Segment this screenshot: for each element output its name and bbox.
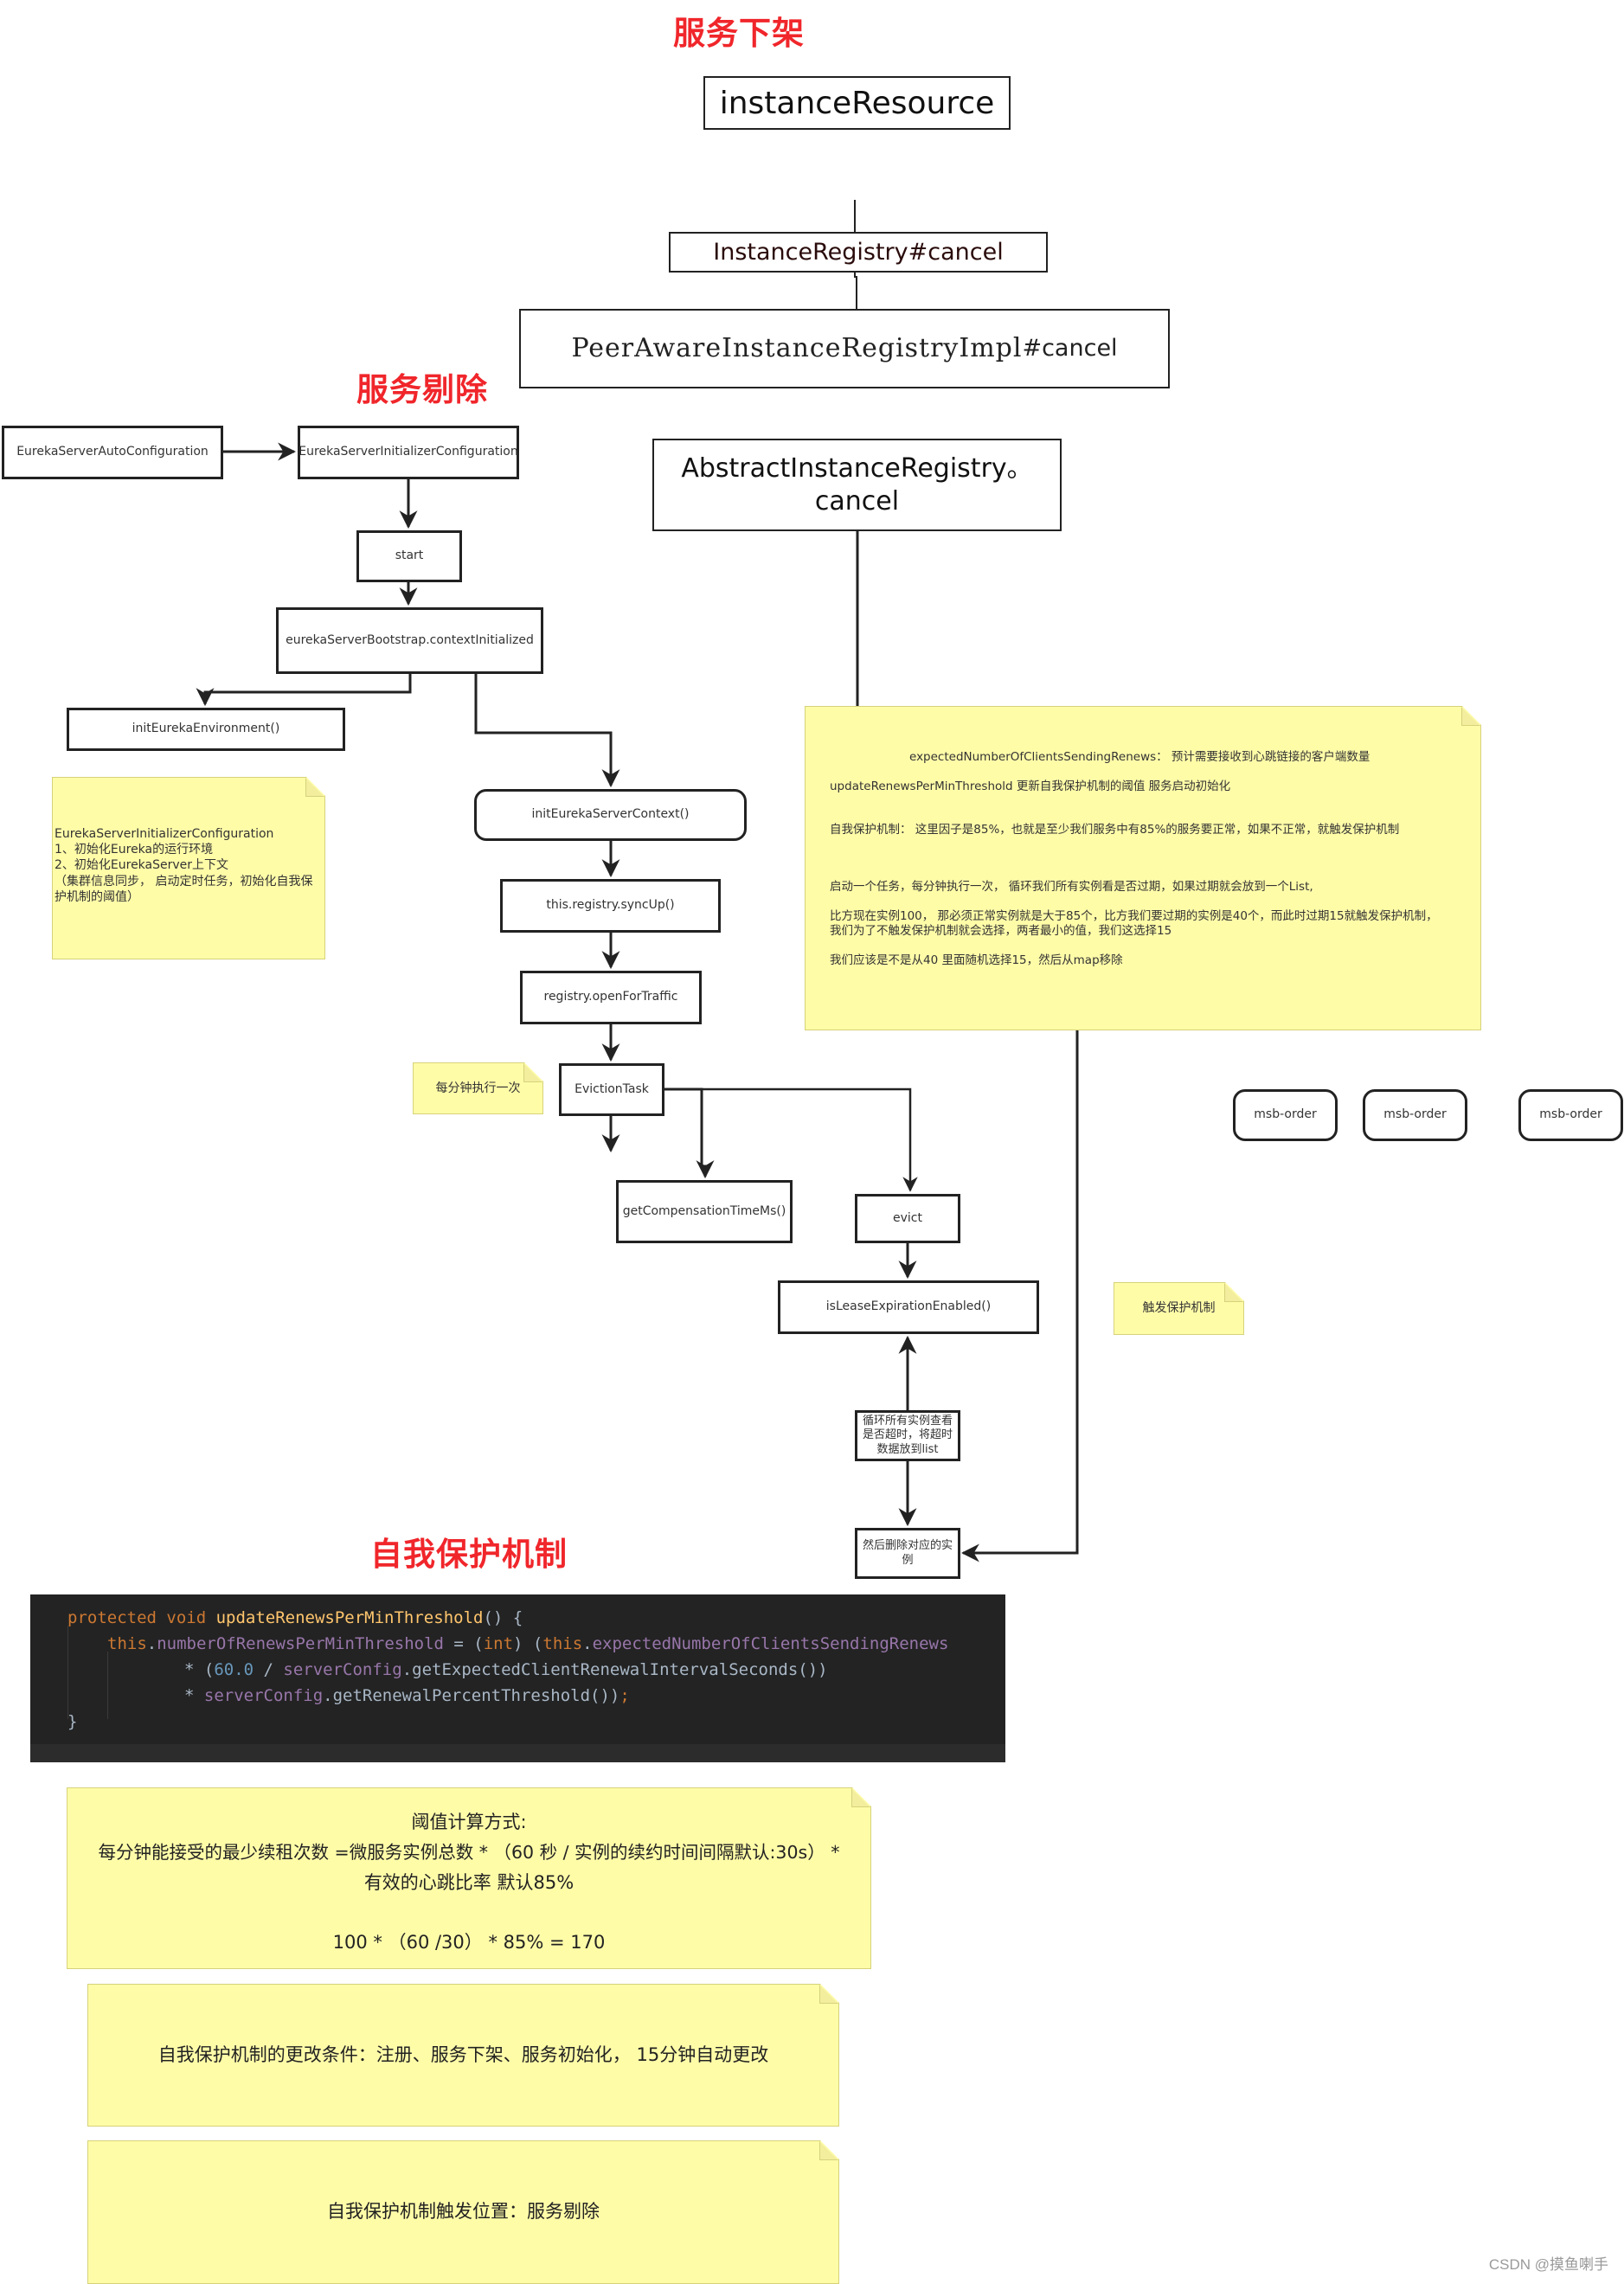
code-number: 60.0 bbox=[214, 1660, 254, 1679]
instance-msb-order-2[interactable]: msb-order bbox=[1363, 1089, 1467, 1141]
indent-guide bbox=[107, 1652, 108, 1719]
code-method-name: updateRenewsPerMinThreshold bbox=[215, 1608, 484, 1627]
code-line-3: * (60.0 / serverConfig.getExpectedClient… bbox=[184, 1660, 828, 1679]
code-text: * ( bbox=[184, 1660, 215, 1679]
node-delete-instance[interactable]: 然后删除对应的实例 bbox=[855, 1528, 960, 1579]
code-text: = ( bbox=[443, 1634, 484, 1653]
note-trigger-protection-text: 触发保护机制 bbox=[1142, 1301, 1216, 1316]
note-fold-icon bbox=[1224, 1283, 1243, 1302]
node-instance-resource[interactable]: instanceResource bbox=[703, 76, 1011, 130]
note-example-2: 我们为了不触发保护机制就会选择，两者最小的值，我们这选择15 bbox=[830, 924, 1172, 938]
node-initializer-configuration[interactable]: EurekaServerInitializerConfiguration bbox=[298, 426, 519, 479]
code-keyword: this bbox=[542, 1634, 583, 1653]
code-line-5: } bbox=[67, 1712, 77, 1731]
code-line-1: protected void updateRenewsPerMinThresho… bbox=[67, 1608, 523, 1627]
note-initializer-configuration: EurekaServerInitializerConfiguration 1、初… bbox=[52, 777, 325, 959]
code-line-2: this.numberOfRenewsPerMinThreshold = (in… bbox=[107, 1634, 948, 1653]
code-text: .getRenewalPercentThreshold()) bbox=[323, 1686, 620, 1705]
code-text: ) ( bbox=[513, 1634, 543, 1653]
note-line: 1、初始化Eureka的运行环境 bbox=[55, 843, 214, 857]
node-context-initialized[interactable]: eurekaServerBootstrap.contextInitialized bbox=[276, 607, 543, 674]
edge-eviction-to-compensation bbox=[664, 1087, 715, 1179]
threshold-formula-tail: 有效的心跳比率 默认85% bbox=[363, 1872, 574, 1893]
note-per-minute-text: 每分钟执行一次 bbox=[435, 1081, 521, 1095]
code-block: protected void updateRenewsPerMinThresho… bbox=[30, 1594, 1005, 1762]
note-expected-clients: expectedNumberOfClientsSendingRenews： 预计… bbox=[909, 750, 1370, 764]
instance-msb-order-3[interactable]: msb-order bbox=[1518, 1089, 1623, 1141]
node-loop-instances[interactable]: 循环所有实例查看是否超时，将超时数据放到list bbox=[855, 1410, 960, 1461]
note-fold-icon bbox=[1461, 707, 1480, 726]
note-line: EurekaServerInitializerConfiguration bbox=[55, 827, 274, 841]
section-title-service-offline: 服务下架 bbox=[673, 15, 805, 52]
node-is-lease-expiration[interactable]: isLeaseExpirationEnabled() bbox=[778, 1280, 1039, 1334]
code-field: numberOfRenewsPerMinThreshold bbox=[157, 1634, 444, 1653]
edge-bootstrap-to-server-context bbox=[474, 674, 620, 788]
note-trigger-protection: 触发保护机制 bbox=[1114, 1282, 1244, 1335]
node-peer-aware-cancel[interactable]: PeerAwareInstanceRegistryImpl #cancel bbox=[519, 309, 1170, 388]
note-self-protection-details: expectedNumberOfClientsSendingRenews： 预计… bbox=[805, 706, 1481, 1030]
note-update-threshold: updateRenewsPerMinThreshold 更新自我保护机制的阈值 … bbox=[830, 780, 1231, 793]
code-keyword: int bbox=[483, 1634, 514, 1653]
code-text: ; bbox=[619, 1686, 630, 1705]
node-eviction-task[interactable]: EvictionTask bbox=[559, 1063, 664, 1116]
peer-aware-method: #cancel bbox=[1022, 335, 1118, 362]
change-conditions-text: 自我保护机制的更改条件：注册、服务下架、服务初始化， 15分钟自动更改 bbox=[157, 2043, 769, 2065]
note-per-minute: 每分钟执行一次 bbox=[413, 1062, 543, 1114]
code-text: / bbox=[254, 1660, 284, 1679]
code-field: serverConfig bbox=[203, 1686, 324, 1705]
threshold-example: 100 * （60 /30） * 85% = 170 bbox=[332, 1932, 606, 1953]
section-title-self-protection: 自我保护机制 bbox=[370, 1536, 568, 1573]
code-field: expectedNumberOfClientsSendingRenews bbox=[592, 1634, 949, 1653]
node-evict[interactable]: evict bbox=[855, 1194, 960, 1243]
node-init-environment[interactable]: initEurekaEnvironment() bbox=[67, 708, 345, 751]
note-line: 2、初始化EurekaServer上下文 bbox=[55, 858, 229, 873]
threshold-formula: 每分钟能接受的最少续租次数 =微服务实例总数 * （60 秒 / 实例的续约时间… bbox=[98, 1842, 840, 1863]
watermark: CSDN @摸鱼喇手 bbox=[1488, 2256, 1608, 2273]
edge-abstract-to-delete bbox=[856, 530, 1079, 1562]
node-get-compensation[interactable]: getCompensationTimeMs() bbox=[616, 1180, 793, 1243]
section-title-service-eviction: 服务剔除 bbox=[356, 371, 488, 408]
note-fold-icon bbox=[819, 1985, 838, 2004]
code-text: () { bbox=[483, 1608, 523, 1627]
code-text: . bbox=[582, 1634, 593, 1653]
node-instance-registry-cancel[interactable]: InstanceRegistry#cancel bbox=[669, 232, 1048, 273]
code-text: } bbox=[67, 1712, 78, 1731]
node-start[interactable]: start bbox=[356, 530, 462, 582]
node-sync-up[interactable]: this.registry.syncUp() bbox=[500, 879, 721, 933]
note-trigger-location: 自我保护机制触发位置：服务剔除 bbox=[87, 2140, 839, 2284]
code-text: .getExpectedClientRenewalIntervalSeconds… bbox=[401, 1660, 828, 1679]
code-text: * bbox=[184, 1686, 204, 1705]
edge-eviction-to-evict bbox=[702, 1087, 918, 1192]
note-fold-icon bbox=[851, 1788, 870, 1807]
code-line-4: * serverConfig.getRenewalPercentThreshol… bbox=[184, 1686, 630, 1705]
code-scrollbar-band bbox=[30, 1744, 1005, 1762]
note-fold-icon bbox=[819, 2141, 838, 2160]
node-init-server-context[interactable]: initEurekaServerContext() bbox=[474, 789, 747, 841]
note-example-1: 比方现在实例100， 那必须正常实例就是大于85个，比方我们要过期的实例是40个… bbox=[830, 909, 1438, 923]
instance-msb-order-1[interactable]: msb-order bbox=[1233, 1089, 1338, 1141]
threshold-title: 阈值计算方式: bbox=[411, 1812, 527, 1832]
note-eviction-task: 启动一个任务，每分钟执行一次， 循环我们所有实例看是否过期，如果过期就会放到一个… bbox=[830, 880, 1313, 894]
note-threshold-formula: 阈值计算方式: 每分钟能接受的最少续租次数 =微服务实例总数 * （60 秒 /… bbox=[67, 1787, 871, 1969]
edge-bootstrap-to-environment bbox=[196, 674, 412, 707]
trigger-location-text: 自我保护机制触发位置：服务剔除 bbox=[327, 2201, 600, 2223]
code-keyword: protected void bbox=[67, 1608, 216, 1627]
code-keyword: this bbox=[107, 1634, 147, 1653]
indent-guide bbox=[67, 1626, 68, 1719]
note-question: 我们应该是不是从40 里面随机选择15，然后从map移除 bbox=[830, 953, 1123, 967]
code-text: . bbox=[146, 1634, 157, 1653]
note-change-conditions: 自我保护机制的更改条件：注册、服务下架、服务初始化， 15分钟自动更改 bbox=[87, 1984, 839, 2127]
node-open-for-traffic[interactable]: registry.openForTraffic bbox=[520, 971, 702, 1024]
node-abstract-registry-cancel[interactable]: AbstractInstanceRegistry。cancel bbox=[652, 439, 1062, 531]
note-fold-icon bbox=[305, 778, 324, 797]
node-auto-configuration[interactable]: EurekaServerAutoConfiguration bbox=[2, 426, 223, 479]
note-self-protection-factor: 自我保护机制： 这里因子是85%，也就是至少我们服务中有85%的服务要正常，如果… bbox=[830, 823, 1400, 837]
peer-aware-class-name: PeerAwareInstanceRegistryImpl bbox=[571, 333, 1023, 364]
code-field: serverConfig bbox=[283, 1660, 402, 1679]
note-fold-icon bbox=[523, 1063, 542, 1082]
note-line: （集群信息同步， 启动定时任务，初始化自我保护机制的阈值） bbox=[55, 874, 313, 904]
